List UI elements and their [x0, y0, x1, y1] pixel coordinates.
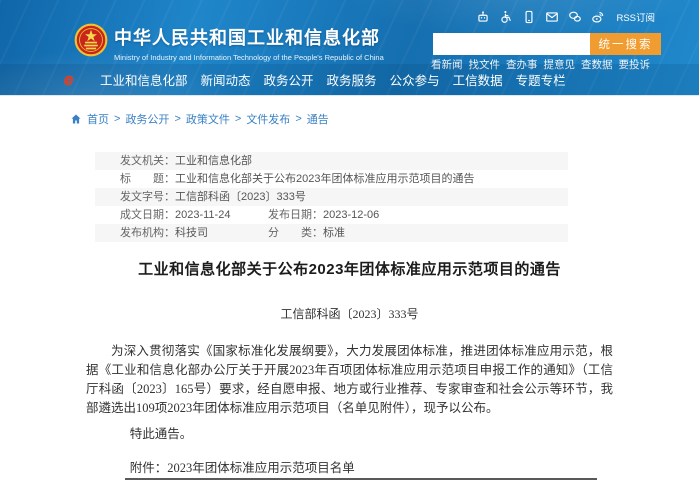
site-subtitle: Ministry of Industry and Information Tec… — [114, 53, 384, 62]
robot-icon[interactable] — [476, 10, 490, 24]
meta-row-doc-number: 发文字号： 工信部科函〔2023〕333号 — [95, 188, 568, 206]
nav-item-home[interactable]: 工业和信息化部 — [100, 70, 188, 89]
document-number: 工信部科函〔2023〕333号 — [0, 305, 699, 322]
nav-item-special-topics[interactable]: 专题专栏 — [516, 70, 566, 89]
attachment-line: 附件：2023年团体标准应用示范项目名单 — [130, 459, 613, 478]
notice-line: 特此通告。 — [130, 425, 613, 444]
body-paragraph: 为深入贯彻落实《国家标准化发展纲要》，大力发展团体标准，推进团体标准应用示范，根… — [86, 342, 613, 418]
wechat-icon[interactable] — [568, 10, 582, 24]
footer-divider — [125, 478, 597, 480]
meta-row-title: 标 题： 工业和信息化部关于公布2023年团体标准应用示范项目的通告 — [95, 170, 568, 188]
site-title-block[interactable]: 中华人民共和国工业和信息化部 Ministry of Industry and … — [114, 24, 384, 62]
breadcrumb: 首页 > 政务公开 > 政策文件 > 文件发布 > 通告 — [0, 96, 699, 127]
nav-item-gov-disclosure[interactable]: 政务公开 — [264, 70, 314, 89]
accessibility-icon[interactable] — [499, 10, 513, 24]
weibo-icon[interactable] — [591, 10, 605, 24]
meta-row-issuing-agency: 发文机关： 工业和信息化部 — [95, 152, 568, 170]
nav-items: 工业和信息化部 新闻动态 政务公开 政务服务 公众参与 工信数据 专题专栏 — [100, 70, 566, 89]
page: 中华人民共和国工业和信息化部 Ministry of Industry and … — [0, 0, 699, 481]
breadcrumb-file-release[interactable]: 文件发布 — [246, 111, 290, 127]
search-input[interactable] — [433, 33, 590, 55]
document-body: 为深入贯彻落实《国家标准化发展纲要》，大力发展团体标准，推进团体标准应用示范，根… — [86, 342, 613, 478]
home-icon[interactable] — [70, 113, 82, 125]
miit-e-logo-icon[interactable]: e — [64, 70, 73, 90]
nav-item-public-participation[interactable]: 公众参与 — [390, 70, 440, 89]
search-area: 统一搜索 — [433, 33, 661, 55]
breadcrumb-home[interactable]: 首页 — [87, 111, 109, 127]
site-title[interactable]: 中华人民共和国工业和信息化部 — [114, 24, 384, 50]
nav-item-gov-services[interactable]: 政务服务 — [327, 70, 377, 89]
main-nav: e 工业和信息化部 新闻动态 政务公开 政务服务 公众参与 工信数据 专题专栏 — [0, 64, 699, 95]
national-emblem-icon — [74, 23, 108, 57]
page-title: 工业和信息化部关于公布2023年团体标准应用示范项目的通告 — [0, 258, 699, 279]
rss-subscribe-link[interactable]: RSS订阅 — [616, 10, 655, 24]
mail-icon[interactable] — [545, 10, 559, 24]
nav-item-news[interactable]: 新闻动态 — [201, 70, 251, 89]
breadcrumb-current: 通告 — [307, 111, 329, 127]
breadcrumb-policy-files[interactable]: 政策文件 — [186, 111, 230, 127]
breadcrumb-separator: > — [174, 113, 180, 125]
breadcrumb-separator: > — [235, 113, 241, 125]
breadcrumb-gov-disclosure[interactable]: 政务公开 — [125, 111, 169, 127]
breadcrumb-separator: > — [295, 113, 301, 125]
site-header: 中华人民共和国工业和信息化部 Ministry of Industry and … — [0, 0, 699, 96]
nav-item-data[interactable]: 工信数据 — [453, 70, 503, 89]
header-utility-icons: RSS订阅 — [476, 10, 655, 24]
meta-row-org-category: 发布机构： 科技司 分 类： 标准 — [95, 224, 568, 242]
search-button[interactable]: 统一搜索 — [590, 33, 661, 55]
breadcrumb-separator: > — [114, 113, 120, 125]
meta-row-dates: 成文日期： 2023-11-24 发布日期： 2023-12-06 — [95, 206, 568, 224]
mobile-icon[interactable] — [522, 10, 536, 24]
document-meta-table: 发文机关： 工业和信息化部 标 题： 工业和信息化部关于公布2023年团体标准应… — [95, 152, 568, 242]
